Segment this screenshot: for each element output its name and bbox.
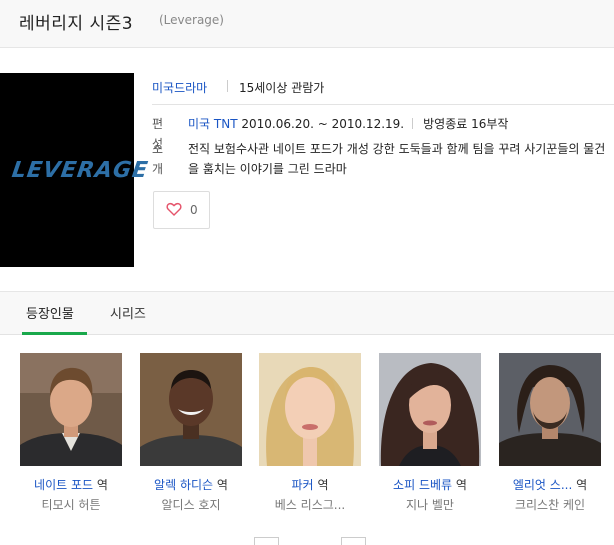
cast-photo[interactable] [379,353,481,466]
original-title: (Leverage) [159,13,224,27]
active-tab-indicator [22,332,87,335]
prev-page-button[interactable] [254,537,279,545]
meta-row: 미국드라마 15세이상 관람가 [152,78,614,105]
network-link[interactable]: 미국 TNT [188,117,238,131]
age-rating: 15세이상 관람가 [239,81,325,95]
like-count: 0 [190,203,198,217]
poster-logo: LEVERAGE [10,158,150,183]
actor-name[interactable]: 크리스찬 케인 [499,496,601,513]
tab-series[interactable]: 시리즈 [110,303,146,322]
intro-label: 소개 [152,142,164,176]
divider [412,118,414,129]
page-header: 레버리지 시즌3 (Leverage) [0,0,614,48]
divider [227,80,228,92]
heart-icon [166,202,182,216]
air-status: 방영종료 16부작 [423,117,509,131]
cast-photo[interactable] [140,353,242,466]
actor-name[interactable]: 지나 벨만 [379,496,481,513]
character-name[interactable]: 알렉 하디슨 역 [140,476,242,493]
tab-characters[interactable]: 등장인물 [26,303,74,322]
actor-name[interactable]: 알디스 호지 [140,496,242,513]
cast-photo[interactable] [20,353,122,466]
actor-name[interactable]: 티모시 허튼 [20,496,122,513]
character-name[interactable]: 엘리엇 스... 역 [499,476,601,493]
air-dates: 2010.06.20. ~ 2010.12.19. [241,117,405,131]
character-name[interactable]: 네이트 포드 역 [20,476,122,493]
cast-photo[interactable] [499,353,601,466]
genre-link[interactable]: 미국드라마 [152,79,207,96]
character-name[interactable]: 소피 드베류 역 [379,476,481,493]
page-title: 레버리지 시즌3 [19,14,134,34]
like-button[interactable]: 0 [153,191,210,229]
next-page-button[interactable] [341,537,366,545]
schedule-value: 미국 TNT 2010.06.20. ~ 2010.12.19. 방영종료 16부… [188,114,508,134]
cast-photo[interactable] [259,353,361,466]
character-name[interactable]: 파커 역 [259,476,361,493]
description: 전직 보험수사관 네이트 포드가 개성 강한 도둑들과 함께 팀을 꾸려 사기꾼… [188,142,606,176]
actor-name[interactable]: 베스 리스그... [259,496,361,513]
poster-image[interactable]: LEVERAGE [0,73,150,267]
tab-bar: 등장인물 시리즈 [0,291,614,335]
